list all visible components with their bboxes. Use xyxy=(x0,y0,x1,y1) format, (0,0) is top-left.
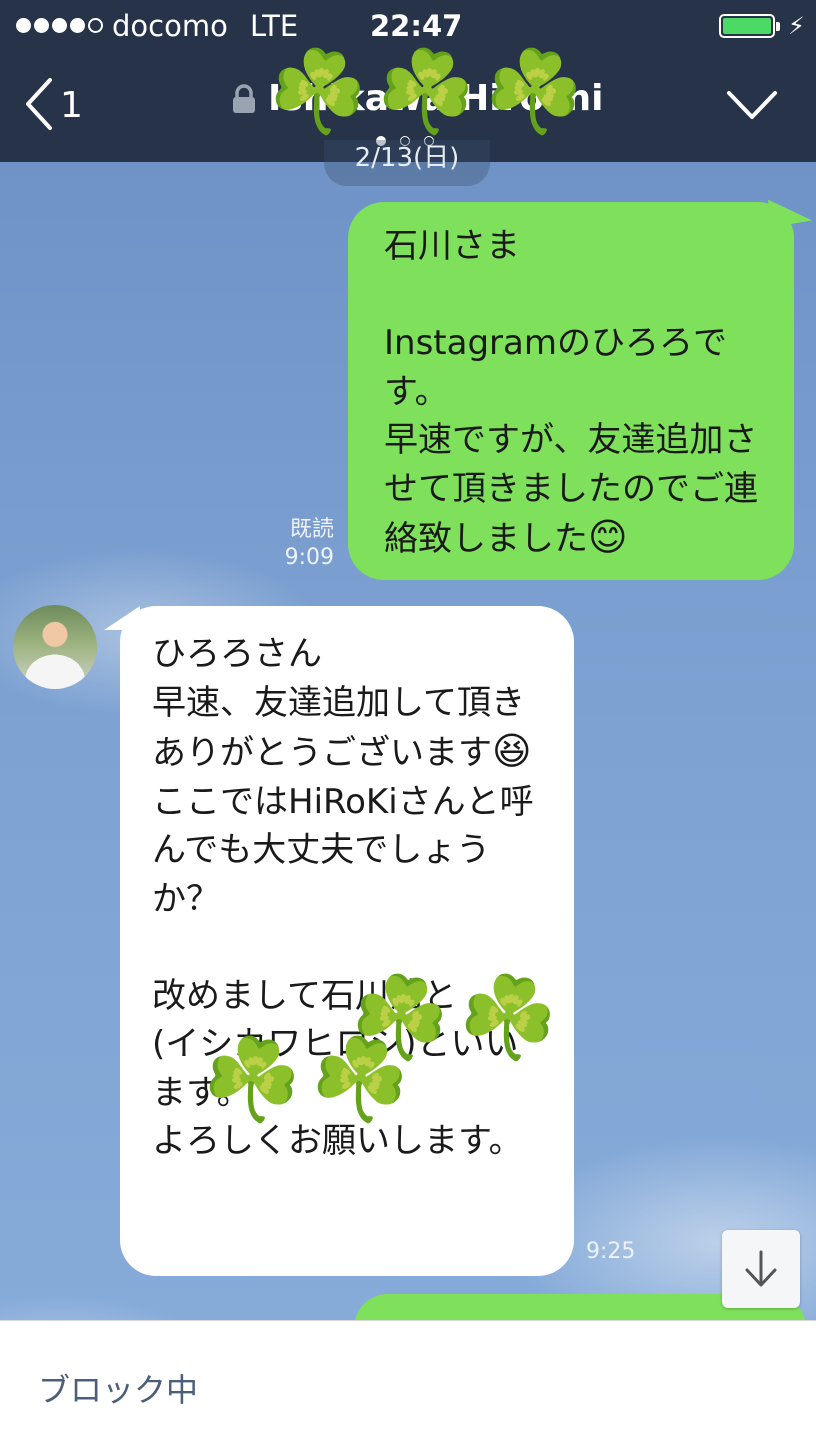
signal-strength-icon xyxy=(16,18,103,33)
avatar[interactable] xyxy=(13,605,97,689)
chevron-left-icon xyxy=(26,78,52,130)
status-bar: docomo LTE 22:47 ⚡ xyxy=(0,0,816,52)
bottom-bar: ブロック中 xyxy=(0,1320,816,1449)
date-separator: 2/13(日) xyxy=(324,140,490,186)
network-type: LTE xyxy=(250,9,299,43)
unread-count: 1 xyxy=(60,84,83,126)
chat-title[interactable]: Ishikawa Hiroshi xyxy=(268,78,603,119)
chevron-down-icon[interactable] xyxy=(726,90,778,120)
laughing-emoji: 😆 xyxy=(492,729,532,773)
message-time: 9:25 xyxy=(586,1239,636,1264)
chat-header: docomo LTE 22:47 ⚡ 1 Ishikawa Hiroshi ☘️… xyxy=(0,0,816,162)
outgoing-message[interactable]: 石川さま Instagramのひろろです。 早速ですが、友達追加させて頂きました… xyxy=(348,202,794,580)
message-meta: 既読 9:09 xyxy=(268,516,334,572)
arrow-down-icon xyxy=(745,1250,777,1287)
lock-icon xyxy=(233,84,255,113)
scroll-to-bottom-button[interactable] xyxy=(722,1230,800,1308)
smile-emoji: 😊 xyxy=(588,515,628,559)
message-text: ひろろさん 早速、友達追加して頂きありがとうございます xyxy=(152,634,525,773)
status-time: 22:47 xyxy=(370,9,463,43)
message-time: 9:09 xyxy=(284,545,334,570)
back-button[interactable]: 1 xyxy=(24,78,83,130)
read-receipt: 既読 xyxy=(289,517,334,542)
message-text: 石川さま Instagramのひろろです。 早速ですが、友達追加させて頂きました… xyxy=(384,226,758,559)
charging-icon: ⚡ xyxy=(788,12,805,40)
incoming-message[interactable]: ひろろさん 早速、友達追加して頂きありがとうございます😆 ここではHiRoKiさ… xyxy=(120,606,574,1276)
blocked-status-label: ブロック中 xyxy=(38,1371,199,1409)
message-text-continued: ここではHiRoKiさんと呼んでも大丈夫でしょうか？ 改めまして石川浩と (イシ… xyxy=(152,781,534,1162)
battery-icon xyxy=(719,14,780,38)
carrier-name: docomo xyxy=(112,9,228,43)
